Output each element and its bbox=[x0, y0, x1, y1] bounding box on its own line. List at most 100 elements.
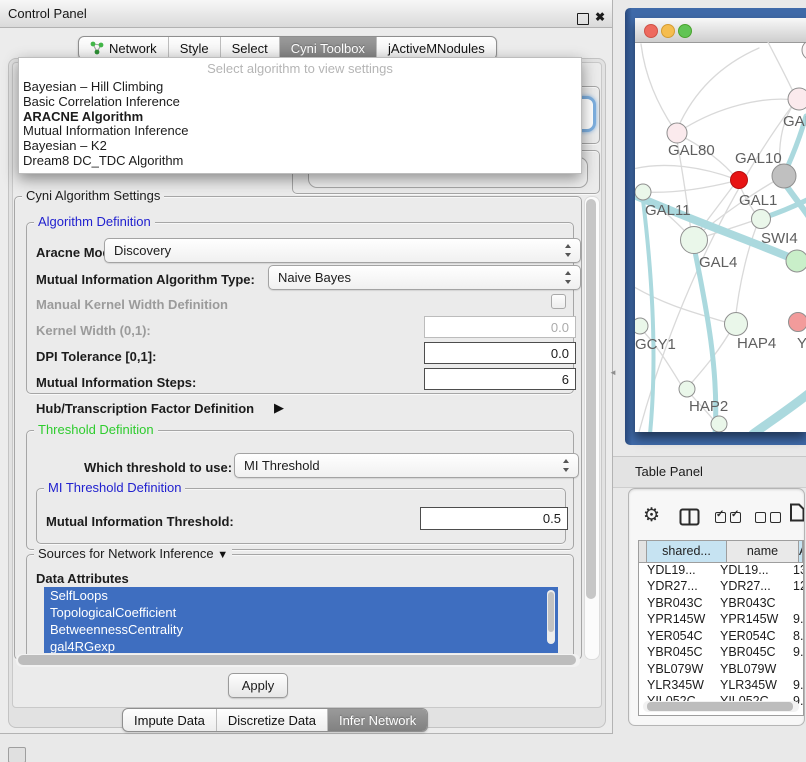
table-row[interactable]: YER054CYER054C8. bbox=[639, 628, 803, 645]
network-edge[interactable] bbox=[641, 44, 676, 132]
dpi-tolerance-field[interactable]: 0.0 bbox=[424, 342, 576, 364]
tab-style[interactable]: Style bbox=[169, 37, 221, 59]
table-panel-titlebar: Table Panel bbox=[613, 456, 806, 488]
table-row[interactable]: YBR045CYBR045C9. bbox=[639, 644, 803, 661]
list-scrollbar[interactable] bbox=[547, 590, 555, 644]
node-red[interactable] bbox=[731, 172, 748, 189]
node-gal-partial-label: GAL bbox=[783, 113, 806, 130]
node-partial-top[interactable] bbox=[802, 42, 806, 60]
network-edge[interactable] bbox=[768, 42, 796, 98]
tab-cyni-toolbox[interactable]: Cyni Toolbox bbox=[280, 37, 377, 59]
node-hap2[interactable] bbox=[679, 381, 695, 397]
mi-steps-label: Mutual Information Steps: bbox=[36, 375, 196, 390]
list-item[interactable]: TopologicalCoefficient bbox=[44, 604, 558, 621]
table-row[interactable]: YLR345WYLR345W9. bbox=[639, 677, 803, 694]
control-panel-title: Control Panel bbox=[8, 6, 87, 21]
network-edge[interactable] bbox=[635, 165, 735, 179]
list-item[interactable]: BetweennessCentrality bbox=[44, 621, 558, 638]
algorithm-popup: Select algorithm to view settings Bayesi… bbox=[18, 57, 582, 174]
node-salmon-label: Y bbox=[797, 335, 806, 352]
network-edge[interactable] bbox=[676, 48, 759, 132]
list-item[interactable]: SelfLoops bbox=[44, 587, 558, 604]
spinner-down-icon bbox=[565, 280, 571, 284]
splitter-collapse-icon[interactable]: ◄ bbox=[609, 368, 617, 377]
node-swi4[interactable] bbox=[786, 250, 806, 272]
sources-title: Sources for Network Inference ▼ bbox=[34, 546, 232, 561]
close-icon[interactable]: ✖ bbox=[595, 10, 605, 24]
node-gal-partial[interactable] bbox=[788, 88, 806, 110]
mi-algorithm-type-select[interactable]: Naive Bayes bbox=[268, 265, 581, 290]
triangle-down-icon[interactable]: ▼ bbox=[217, 549, 228, 561]
node-swi4-label: SWI4 bbox=[761, 230, 798, 247]
node-gal11[interactable] bbox=[635, 184, 651, 200]
list-item[interactable]: gal4RGexp bbox=[44, 638, 558, 653]
tab-network[interactable]: Network bbox=[79, 37, 169, 59]
network-canvas[interactable]: GALGAL80GAL10GAL1GAL11SWI4GAL4GCY1HAP4YH… bbox=[635, 42, 806, 432]
triangle-right-icon[interactable]: ▶ bbox=[274, 400, 284, 416]
hub-definition-label: Hub/Transcription Factor Definition bbox=[36, 401, 254, 416]
hide-columns-icon[interactable] bbox=[755, 512, 781, 523]
table-row[interactable]: YDL19...YDL19...13 bbox=[639, 562, 803, 579]
table-row[interactable]: YDR27...YDR27...12 bbox=[639, 578, 803, 595]
mi-steps-field[interactable]: 6 bbox=[424, 368, 576, 390]
table-row[interactable]: YBR043CYBR043C bbox=[639, 595, 803, 612]
tab-discretize-data[interactable]: Discretize Data bbox=[217, 709, 328, 731]
tab-network-label: Network bbox=[109, 41, 157, 56]
which-threshold-select[interactable]: MI Threshold bbox=[234, 453, 579, 478]
settings-horizontal-scrollbar[interactable] bbox=[16, 654, 580, 667]
aracne-mode-select[interactable]: Discovery bbox=[104, 238, 581, 263]
settings-vertical-scrollbar[interactable] bbox=[584, 196, 600, 660]
close-traffic-light[interactable] bbox=[644, 24, 658, 38]
node-salmon[interactable] bbox=[789, 313, 806, 332]
column-header-shared-name[interactable]: shared... bbox=[647, 541, 727, 562]
table-gutter bbox=[639, 541, 647, 562]
manual-kernel-width-checkbox[interactable] bbox=[551, 294, 566, 309]
algorithm-option[interactable]: Bayesian – Hill Climbing bbox=[19, 80, 581, 95]
gear-icon[interactable]: ⚙ bbox=[643, 506, 660, 525]
table-horizontal-scrollbar[interactable] bbox=[643, 701, 799, 712]
zoom-traffic-light[interactable] bbox=[678, 24, 692, 38]
column-header-name[interactable]: name bbox=[727, 541, 799, 562]
node-gal4[interactable] bbox=[681, 227, 708, 254]
minimized-panel-icon[interactable] bbox=[8, 747, 26, 762]
tab-select[interactable]: Select bbox=[221, 37, 280, 59]
network-edge[interactable] bbox=[643, 200, 654, 432]
tab-infer-network[interactable]: Infer Network bbox=[328, 709, 427, 731]
tab-discretize-data-label: Discretize Data bbox=[228, 713, 316, 728]
kernel-width-value: 0.0 bbox=[551, 320, 569, 335]
mi-threshold-field[interactable]: 0.5 bbox=[420, 507, 568, 530]
apply-button[interactable]: Apply bbox=[228, 673, 288, 698]
show-checked-columns-icon[interactable] bbox=[715, 512, 741, 523]
split-columns-icon[interactable] bbox=[679, 508, 700, 526]
network-edge[interactable] bbox=[677, 99, 795, 133]
network-edge[interactable] bbox=[753, 390, 806, 432]
data-attributes-list[interactable]: SelfLoops TopologicalCoefficient Between… bbox=[44, 587, 558, 653]
algorithm-option[interactable]: Mutual Information Inference bbox=[19, 124, 581, 139]
algorithm-option[interactable]: Dream8 DC_TDC Algorithm bbox=[19, 154, 581, 169]
tab-jactivemnodules[interactable]: jActiveMNodules bbox=[377, 37, 496, 59]
table-row[interactable]: YPR145WYPR145W9. bbox=[639, 611, 803, 628]
tab-cyni-toolbox-label: Cyni Toolbox bbox=[291, 41, 365, 56]
float-window-icon[interactable] bbox=[577, 13, 589, 25]
tab-impute-data[interactable]: Impute Data bbox=[123, 709, 217, 731]
node-gal10[interactable] bbox=[772, 164, 796, 188]
kernel-width-field[interactable]: 0.0 bbox=[424, 316, 576, 338]
export-table-icon[interactable] bbox=[789, 503, 805, 522]
data-attributes-label: Data Attributes bbox=[36, 571, 129, 586]
column-header-partial[interactable]: A bbox=[799, 541, 803, 562]
algorithm-option[interactable]: Basic Correlation Inference bbox=[19, 95, 581, 110]
minimize-traffic-light[interactable] bbox=[661, 24, 675, 38]
node-gcy1-label: GCY1 bbox=[635, 336, 676, 353]
table-panel-card: ⚙ shared... name A YDL19...YDL19...13 YD… bbox=[628, 488, 805, 726]
table-row[interactable]: YBL079WYBL079W bbox=[639, 661, 803, 678]
node-gal1[interactable] bbox=[752, 210, 771, 229]
node-partial-bottom[interactable] bbox=[711, 416, 727, 432]
algorithm-option[interactable]: Bayesian – K2 bbox=[19, 139, 581, 154]
algorithm-option-selected[interactable]: ARACNE Algorithm bbox=[19, 110, 581, 125]
node-hap4[interactable] bbox=[725, 313, 748, 336]
node-gal80[interactable] bbox=[667, 123, 687, 143]
network-edge[interactable] bbox=[643, 181, 735, 192]
node-hap2-label: HAP2 bbox=[689, 398, 728, 415]
apply-button-label: Apply bbox=[242, 678, 275, 693]
node-gcy1[interactable] bbox=[635, 318, 648, 334]
